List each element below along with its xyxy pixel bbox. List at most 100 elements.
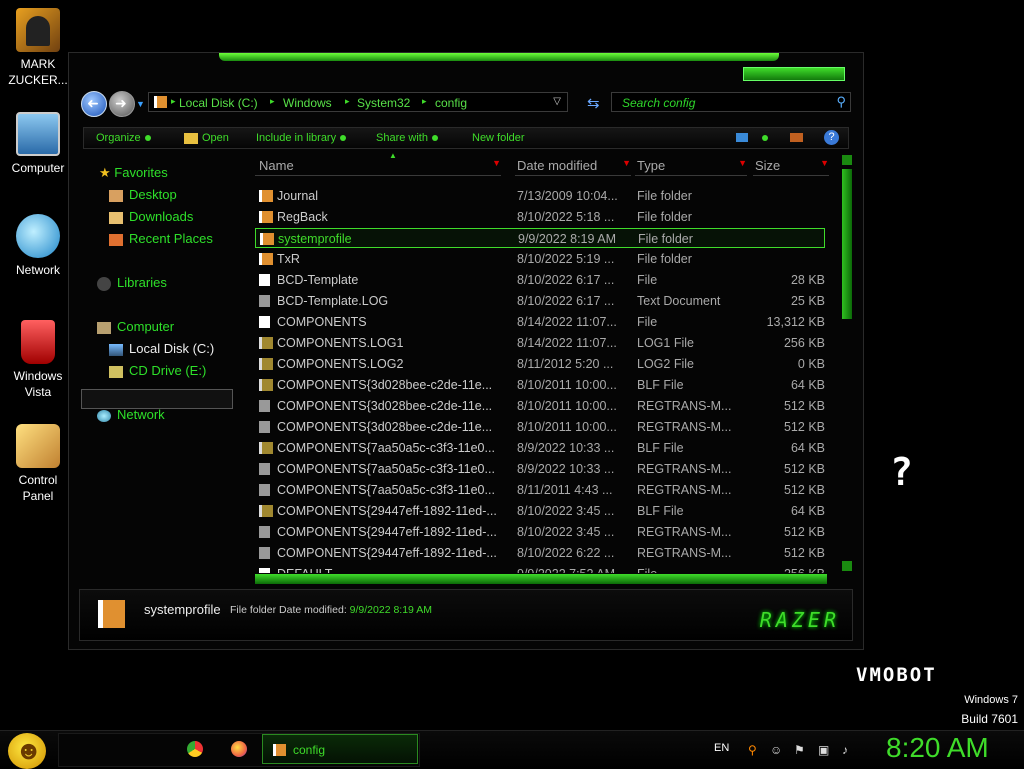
search-input[interactable]: Search config ⚲ [611, 92, 851, 112]
volume-icon[interactable]: ♪ [842, 743, 855, 757]
file-type: File folder [637, 210, 692, 224]
search-tray-icon[interactable]: ⚲ [748, 743, 761, 757]
file-row[interactable]: COMPONENTS 8/14/2022 11:07... File 13,312 K… [255, 312, 825, 332]
file-row[interactable]: BCD-Template.LOG 8/10/2022 6:17 ... Text D… [255, 291, 825, 311]
nav-item-downloads[interactable]: Downloads [109, 209, 193, 224]
breadcrumb-local-disk[interactable]: Local Disk (C:) [179, 96, 258, 110]
help-question-icon[interactable]: ? [890, 450, 913, 494]
address-bar[interactable]: ▸ Local Disk (C:) ▸ Windows ▸ System32 ▸… [148, 92, 568, 112]
breadcrumb-windows[interactable]: Windows [283, 96, 332, 110]
file-size: 25 KB [790, 294, 825, 308]
desktop-icon-control-panel[interactable]: Control Panel [4, 424, 72, 504]
file-row[interactable]: RegBack 8/10/2022 5:18 ... File folder [255, 207, 825, 227]
desktop-icon-user[interactable]: MARK ZUCKER... [4, 8, 72, 88]
address-dropdown-icon[interactable]: ▽ [553, 96, 561, 107]
dropdown-dot-icon [340, 135, 347, 142]
file-date: 8/10/2022 3:45 ... [517, 504, 615, 518]
file-row[interactable]: systemprofile 9/9/2022 8:19 AM File folder [255, 228, 825, 248]
desktop-icon-label: Windows Vista [13, 369, 63, 399]
refresh-icon[interactable]: ⇆ [587, 94, 600, 112]
file-row[interactable]: Journal 7/13/2009 10:04... File folder [255, 186, 825, 206]
file-name: BCD-Template [277, 273, 359, 287]
breadcrumb-separator-icon[interactable]: ▸ [345, 96, 350, 107]
column-dropdown-icon: ▼ [820, 158, 829, 168]
file-row[interactable]: COMPONENTS.LOG2 8/11/2012 5:20 ... LOG2 Fi… [255, 354, 825, 374]
desktop-icon-windows-vista[interactable]: Windows Vista [4, 320, 72, 400]
file-row[interactable]: BCD-Template 8/10/2022 6:17 ... File 28 KB [255, 270, 825, 290]
messenger-icon[interactable]: ☺ [770, 743, 783, 757]
share-with-button[interactable]: Share with [376, 132, 438, 144]
desktop-icon-network[interactable]: Network [4, 214, 72, 278]
nav-item-computer[interactable]: Computer [97, 319, 174, 334]
start-button[interactable] [8, 733, 46, 769]
desktop-icon-computer[interactable]: Computer [4, 112, 72, 176]
forward-button[interactable] [109, 91, 135, 117]
nav-item-network[interactable]: Network [97, 407, 165, 422]
search-icon[interactable]: ⚲ [836, 94, 846, 110]
file-row[interactable]: TxR 8/10/2022 5:19 ... File folder [255, 249, 825, 269]
breadcrumb-separator-icon[interactable]: ▸ [270, 96, 275, 107]
details-pane: systemprofile File folder Date modified:… [79, 589, 853, 641]
taskbar-button-config[interactable]: config [262, 734, 418, 764]
scroll-down-icon[interactable] [842, 561, 852, 571]
file-name: COMPONENTS{3d028bee-c2de-11e... [277, 378, 493, 392]
scroll-up-icon[interactable] [842, 155, 852, 165]
taskbar-clock[interactable]: 8:20 AM [886, 732, 989, 764]
nav-item-libraries[interactable]: Libraries [97, 275, 167, 291]
recent-pages-dropdown-icon[interactable]: ▼ [136, 99, 145, 109]
vmobot-watermark: VMOBOT [856, 664, 937, 686]
organize-button[interactable]: Organize [96, 132, 151, 144]
details-item-name: systemprofile [144, 602, 221, 617]
taskbar: config EN ⚲ ☺ ⚑ ▣ ♪ [0, 730, 1024, 769]
file-date: 8/9/2022 10:33 ... [517, 462, 615, 476]
help-icon[interactable]: ? [824, 130, 839, 145]
include-in-library-button[interactable]: Include in library [256, 132, 347, 144]
view-dropdown-dot-icon[interactable] [762, 135, 768, 141]
file-row[interactable]: COMPONENTS{29447eff-1892-11ed-... 8/10/20… [255, 501, 825, 521]
column-header-size[interactable]: Size ▼ [753, 153, 829, 176]
search-placeholder: Search config [622, 96, 696, 110]
razer-logo: RAZER [759, 608, 840, 632]
file-row[interactable]: COMPONENTS{7aa50a5c-c3f3-11e0... 8/9/2022… [255, 459, 825, 479]
scroll-thumb[interactable] [842, 169, 852, 319]
view-mode-icon[interactable] [736, 133, 748, 142]
file-row[interactable]: COMPONENTS{7aa50a5c-c3f3-11e0... 8/9/2022… [255, 438, 825, 458]
nav-item-recent-places[interactable]: Recent Places [109, 231, 213, 246]
language-indicator[interactable]: EN [714, 742, 729, 754]
column-header-date-modified[interactable]: Date modified ▼ [515, 153, 631, 176]
nav-item-favorites[interactable]: ★ Favorites [99, 165, 168, 181]
file-row[interactable]: COMPONENTS.LOG1 8/14/2022 11:07... LOG1 Fi… [255, 333, 825, 353]
nav-item-desktop[interactable]: Desktop [109, 187, 177, 202]
user-folder-icon [16, 8, 60, 52]
file-row[interactable]: COMPONENTS{3d028bee-c2de-11e... 8/10/2011… [255, 375, 825, 395]
open-button[interactable]: Open [184, 132, 229, 144]
open-folder-icon [184, 132, 198, 144]
network-tray-icon[interactable]: ▣ [818, 743, 831, 757]
chrome-icon[interactable] [187, 741, 203, 757]
breadcrumb-separator-icon[interactable]: ▸ [171, 96, 176, 107]
vertical-scrollbar[interactable] [840, 153, 854, 573]
horizontal-scroll-thumb[interactable] [255, 574, 827, 584]
breadcrumb-separator-icon[interactable]: ▸ [422, 96, 427, 107]
nav-item-local-disk[interactable]: Local Disk (C:) [109, 341, 214, 356]
file-row[interactable]: COMPONENTS{7aa50a5c-c3f3-11e0... 8/11/201… [255, 480, 825, 500]
horizontal-scrollbar[interactable] [241, 573, 841, 585]
blf-icon [259, 379, 273, 391]
breadcrumb-config[interactable]: config [435, 96, 467, 110]
new-folder-button[interactable]: New folder [472, 132, 525, 144]
file-row[interactable]: COMPONENTS{29447eff-1892-11ed-... 8/10/20… [255, 522, 825, 542]
window-controls[interactable] [743, 67, 845, 81]
column-header-type[interactable]: Type ▼ [635, 153, 747, 176]
column-header-name[interactable]: ▲ Name ▼ [255, 153, 501, 176]
firefox-icon[interactable] [231, 741, 247, 757]
file-row[interactable]: COMPONENTS{29447eff-1892-11ed-... 8/10/20… [255, 543, 825, 563]
preview-pane-icon[interactable] [790, 133, 803, 142]
file-date: 8/10/2011 10:00... [517, 420, 617, 434]
back-button[interactable] [81, 91, 107, 117]
action-center-flag-icon[interactable]: ⚑ [794, 743, 807, 757]
file-row[interactable]: COMPONENTS{3d028bee-c2de-11e... 8/10/2011… [255, 396, 825, 416]
breadcrumb-system32[interactable]: System32 [357, 96, 410, 110]
file-row[interactable]: COMPONENTS{3d028bee-c2de-11e... 8/10/2011… [255, 417, 825, 437]
nav-item-cd-drive[interactable]: CD Drive (E:) [109, 363, 206, 378]
file-type: BLF File [637, 504, 684, 518]
